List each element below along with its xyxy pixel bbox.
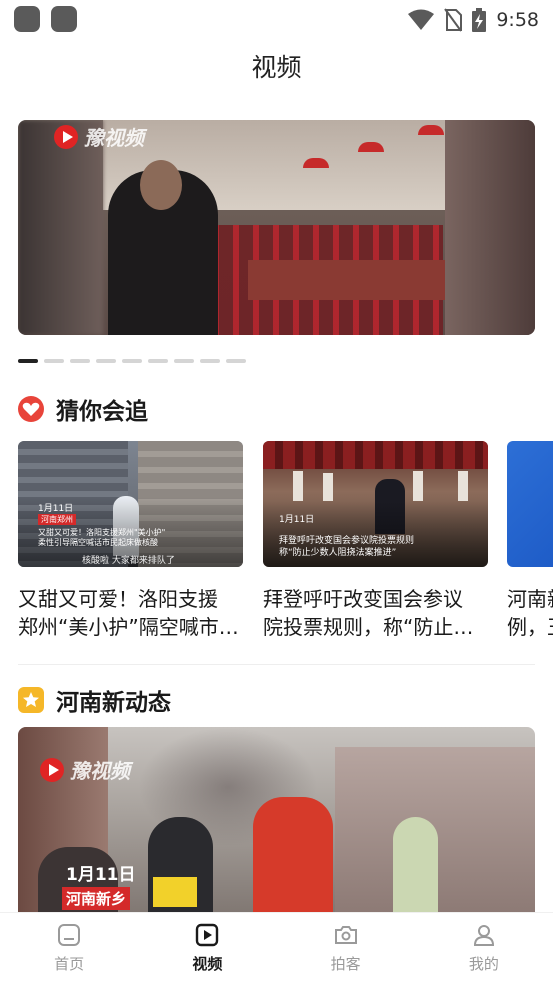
nav-item-home[interactable]: 首页 [0,913,138,983]
video-date: 1月11日 [66,865,136,885]
wifi-icon [408,9,435,30]
page-title: 视频 [251,53,302,82]
nav-item-camera[interactable]: 拍客 [277,913,415,983]
indicator-dot [226,359,246,363]
video-title[interactable]: 拜登呼吁改变国会参议 院投票规则，称“防止… [263,585,488,641]
video-icon [196,923,219,947]
indicator-dot [70,359,90,363]
notification-app-icon [14,6,40,32]
video-title[interactable]: 河南新 例，王 [507,585,553,641]
indicator-dot [18,359,38,363]
indicator-dot [148,359,168,363]
home-icon [58,924,81,946]
video-card[interactable]: 1月11日 拜登呼吁改变国会参议院投票规则 称“防止少数人阻挠法案推进” 拜登呼… [263,441,488,641]
play-logo-icon [54,124,78,149]
banner-carousel-slide[interactable]: 豫视频 [18,120,535,335]
carousel-indicator [18,359,246,363]
user-icon [473,925,494,946]
video-card[interactable]: 1月11日 河南郑州 又甜又可爱！洛阳支援郑州"美小护" 柔性引导隔空喊话市民起… [18,441,243,641]
video-thumbnail[interactable] [507,441,553,567]
no-sim-icon [444,8,463,32]
section-title: 猜你会追 [56,399,148,425]
nav-item-video[interactable]: 视频 [138,913,276,983]
bottom-nav: 首页 视频 拍客 我的 [0,912,553,983]
notification-app-icon [51,6,77,32]
section-title: 河南新动态 [56,690,171,716]
play-logo-icon [40,757,64,782]
indicator-dot [174,359,194,363]
section-header-recommend: 猜你会追 [18,392,148,426]
video-title[interactable]: 又甜又可爱！洛阳支援 郑州“美小护”隔空喊市… [18,585,243,641]
indicator-dot [96,359,116,363]
brand-watermark: 豫视频 [54,122,144,151]
video-thumbnail[interactable]: 1月11日 拜登呼吁改变国会参议院投票规则 称“防止少数人阻挠法案推进” [263,441,488,567]
indicator-dot [122,359,142,363]
divider [18,664,535,665]
section-header-news: 河南新动态 [18,683,171,717]
news-video[interactable]: 豫视频 1月11日 河南新乡 [18,727,535,917]
camera-icon [334,926,357,944]
video-card[interactable]: 河南新 例，王 [507,441,553,641]
heart-icon [18,396,44,422]
indicator-dot [44,359,64,363]
clock: 9:58 [496,9,539,31]
video-location-tag: 河南新乡 [62,887,131,910]
nav-item-profile[interactable]: 我的 [415,913,553,983]
status-bar: 9:58 [0,0,553,40]
video-thumbnail[interactable]: 1月11日 河南郑州 又甜又可爱！洛阳支援郑州"美小护" 柔性引导隔空喊话市民起… [18,441,243,567]
brand-watermark: 豫视频 [40,755,130,784]
star-icon [18,687,44,713]
battery-charging-icon [472,8,487,32]
indicator-dot [200,359,220,363]
